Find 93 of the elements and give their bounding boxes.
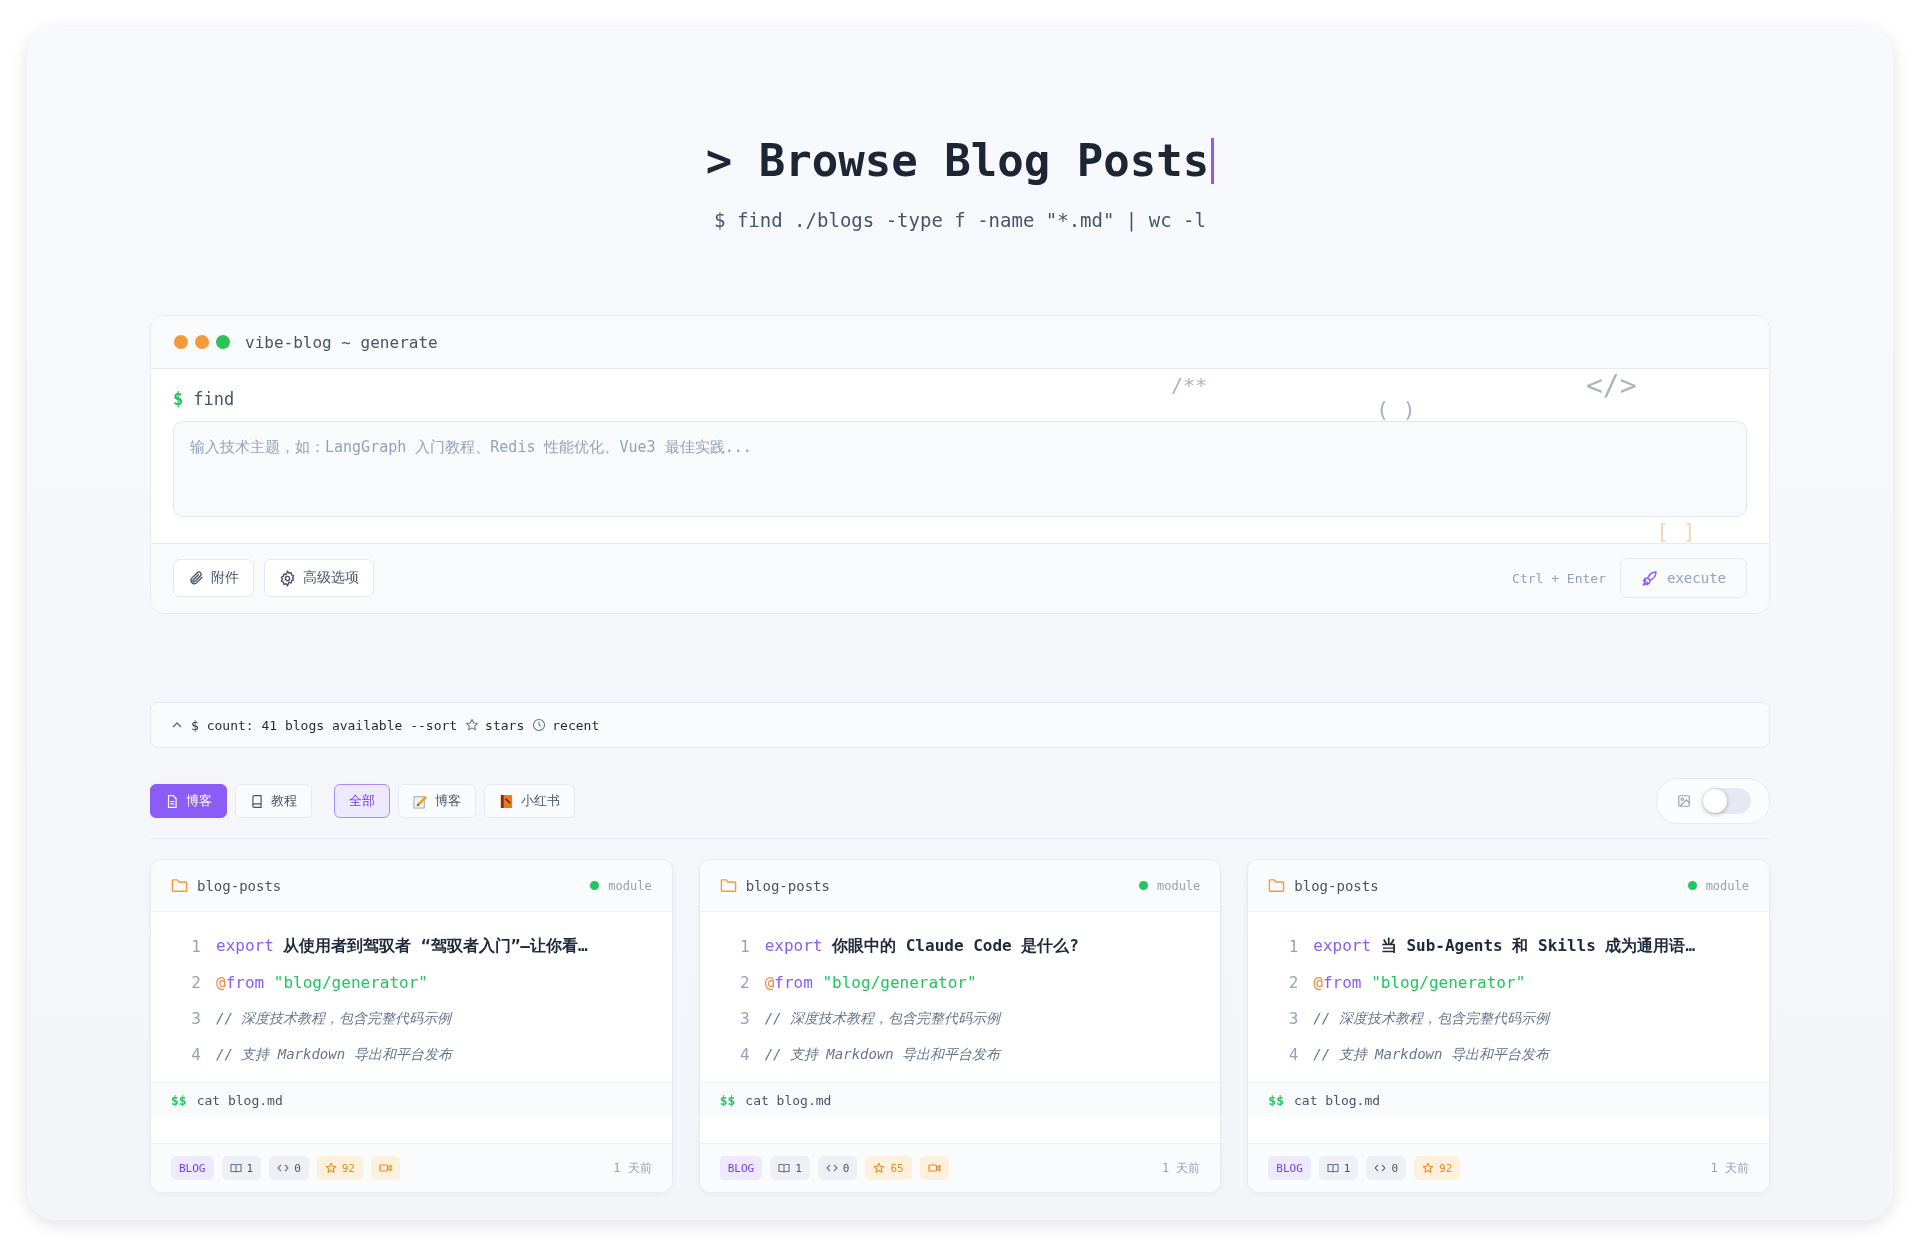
code-badge: 0	[1366, 1156, 1407, 1180]
code-line: export 你眼中的 Claude Code 是什么?	[764, 935, 1079, 957]
decorative-symbol: </>	[1586, 369, 1637, 403]
code-line: // 深度技术教程，包含完整代码示例	[1313, 1009, 1549, 1028]
code-line: @from "blog/generator"	[216, 972, 428, 992]
code-line: // 支持 Markdown 导出和平台发布	[216, 1045, 452, 1064]
line-number: 3	[191, 1008, 201, 1028]
blog-card[interactable]: blog-posts module 1 export 当 Sub-Agents 和 Skills 成为通用语… 2 @from "blog/generator" 3 // 深度技术教程，包含完整代码示例 4 // 支持 Markdown 导出和平台发布 $$ cat blog.md BLOG 1 0 92 1 天前	[1247, 859, 1770, 1193]
code-line: @from "blog/generator"	[1313, 972, 1526, 992]
attach-button[interactable]: 附件	[173, 559, 254, 597]
blog-card[interactable]: blog-posts module 1 export 从使用者到驾驭者 “驾驭者入门”—让你看… 2 @from "blog/generator" 3 // 深度技术教程，包含完整代码示例 4 // 支持 Markdown 导出和平台发布 $$ cat blog.md BLOG 1 0 92 1 天前	[150, 859, 673, 1193]
category-filter[interactable]: 小红书	[484, 784, 575, 818]
star-icon	[465, 718, 480, 732]
command-text: cat blog.md	[1294, 1092, 1381, 1108]
category-filter[interactable]: 全部	[334, 784, 390, 818]
page-subtitle: $ find ./blogs -type f -name "*.md" | wc -l	[714, 209, 1206, 231]
book-icon	[250, 793, 264, 809]
folder-icon	[171, 878, 188, 893]
decorative-symbol: /**	[1171, 373, 1208, 397]
reads-badge: 1	[1318, 1156, 1359, 1180]
memo-pencil-icon	[413, 793, 428, 809]
decorative-symbol: [ ]	[1656, 519, 1696, 546]
image-toggle-switch[interactable]	[1703, 788, 1751, 814]
line-number: 2	[739, 972, 750, 992]
terminal-title: vibe-blog ~ generate	[245, 332, 438, 352]
folder-icon	[719, 878, 737, 893]
video-badge	[371, 1156, 400, 1180]
stars-badge: 65	[865, 1156, 912, 1180]
type-tab[interactable]: 教程	[235, 784, 312, 818]
reads-badge: 1	[221, 1156, 262, 1180]
line-number: 1	[191, 936, 201, 956]
type-tag: BLOG	[1268, 1156, 1311, 1180]
line-number: 4	[739, 1044, 750, 1064]
command-text: cat blog.md	[196, 1092, 283, 1108]
prompt-symbol: $$	[1268, 1092, 1284, 1108]
status-label: module	[608, 878, 652, 893]
type-tag: BLOG	[171, 1156, 214, 1180]
window-controls-icon	[173, 334, 231, 350]
status-label: module	[1156, 878, 1201, 893]
blog-card[interactable]: blog-posts module 1 export 你眼中的 Claude Code 是什么? 2 @from "blog/generator" 3 // 深度技术教程，包含完整代码示例 4 // 支持 Markdown 导出和平台发布 $$ cat blog.md BLOG 1 0 65 1 天前	[698, 859, 1222, 1193]
stars-badge: 92	[316, 1156, 363, 1180]
folder-name: blog-posts	[745, 877, 830, 894]
clock-icon	[532, 718, 547, 732]
code-line: // 深度技术教程，包含完整代码示例	[216, 1009, 452, 1028]
line-number: 4	[191, 1044, 201, 1064]
code-line: export 当 Sub-Agents 和 Skills 成为通用语…	[1313, 935, 1696, 957]
paperclip-icon	[188, 570, 204, 586]
line-number: 1	[1288, 936, 1299, 956]
notebook-icon	[499, 793, 514, 809]
sort-option[interactable]: recent	[532, 717, 600, 733]
line-number: 3	[1288, 1008, 1299, 1028]
category-filter[interactable]: 博客	[398, 784, 476, 818]
code-line: // 深度技术教程，包含完整代码示例	[764, 1009, 1000, 1028]
image-icon	[1677, 794, 1691, 808]
line-number: 2	[1288, 972, 1299, 992]
prompt-symbol: $$	[171, 1092, 187, 1108]
line-number: 3	[739, 1008, 750, 1028]
video-badge	[919, 1156, 949, 1180]
rocket-icon	[1641, 569, 1659, 587]
sort-option[interactable]: stars	[465, 717, 525, 733]
settings-icon	[279, 569, 296, 587]
topic-input-field[interactable]: 输入技术主题，如：LangGraph 入门教程、Redis 性能优化、Vue3 最佳实践...	[173, 421, 1747, 517]
advanced-options-button[interactable]: 高级选项	[264, 559, 374, 597]
line-number: 2	[191, 972, 201, 992]
code-badge: 0	[269, 1156, 309, 1180]
folder-name: blog-posts	[1294, 877, 1379, 894]
text-cursor	[1211, 138, 1215, 184]
folder-name: blog-posts	[197, 877, 282, 894]
status-label: module	[1705, 878, 1749, 893]
code-line: @from "blog/generator"	[764, 972, 977, 992]
folder-icon	[1268, 878, 1286, 893]
page-title: > Browse Blog Posts	[705, 135, 1210, 187]
code-line: // 支持 Markdown 导出和平台发布	[1313, 1045, 1549, 1064]
line-number: 1	[739, 936, 750, 956]
prompt-symbol: $$	[719, 1092, 736, 1108]
post-time: 1 天前	[1710, 1159, 1749, 1177]
type-tab[interactable]: 博客	[150, 784, 227, 818]
type-tag: BLOG	[719, 1156, 763, 1180]
post-time: 1 天前	[1161, 1159, 1201, 1177]
stars-badge: 92	[1414, 1156, 1461, 1180]
keyboard-shortcut: Ctrl + Enter	[1512, 570, 1606, 586]
post-time: 1 天前	[613, 1159, 652, 1177]
decorative-symbol: ( )	[1376, 397, 1416, 424]
code-line: // 支持 Markdown 导出和平台发布	[764, 1045, 1001, 1064]
reads-badge: 1	[770, 1156, 810, 1180]
prompt-symbol: $	[173, 389, 184, 409]
document-icon	[165, 793, 179, 809]
command-text: cat blog.md	[745, 1092, 832, 1108]
blog-count: $ count: 41 blogs available --sort	[191, 717, 458, 733]
code-line: export 从使用者到驾驭者 “驾驭者入门”—让你看…	[216, 935, 588, 957]
code-badge: 0	[817, 1156, 858, 1180]
line-number: 4	[1288, 1044, 1299, 1064]
command-label: find	[193, 389, 235, 409]
